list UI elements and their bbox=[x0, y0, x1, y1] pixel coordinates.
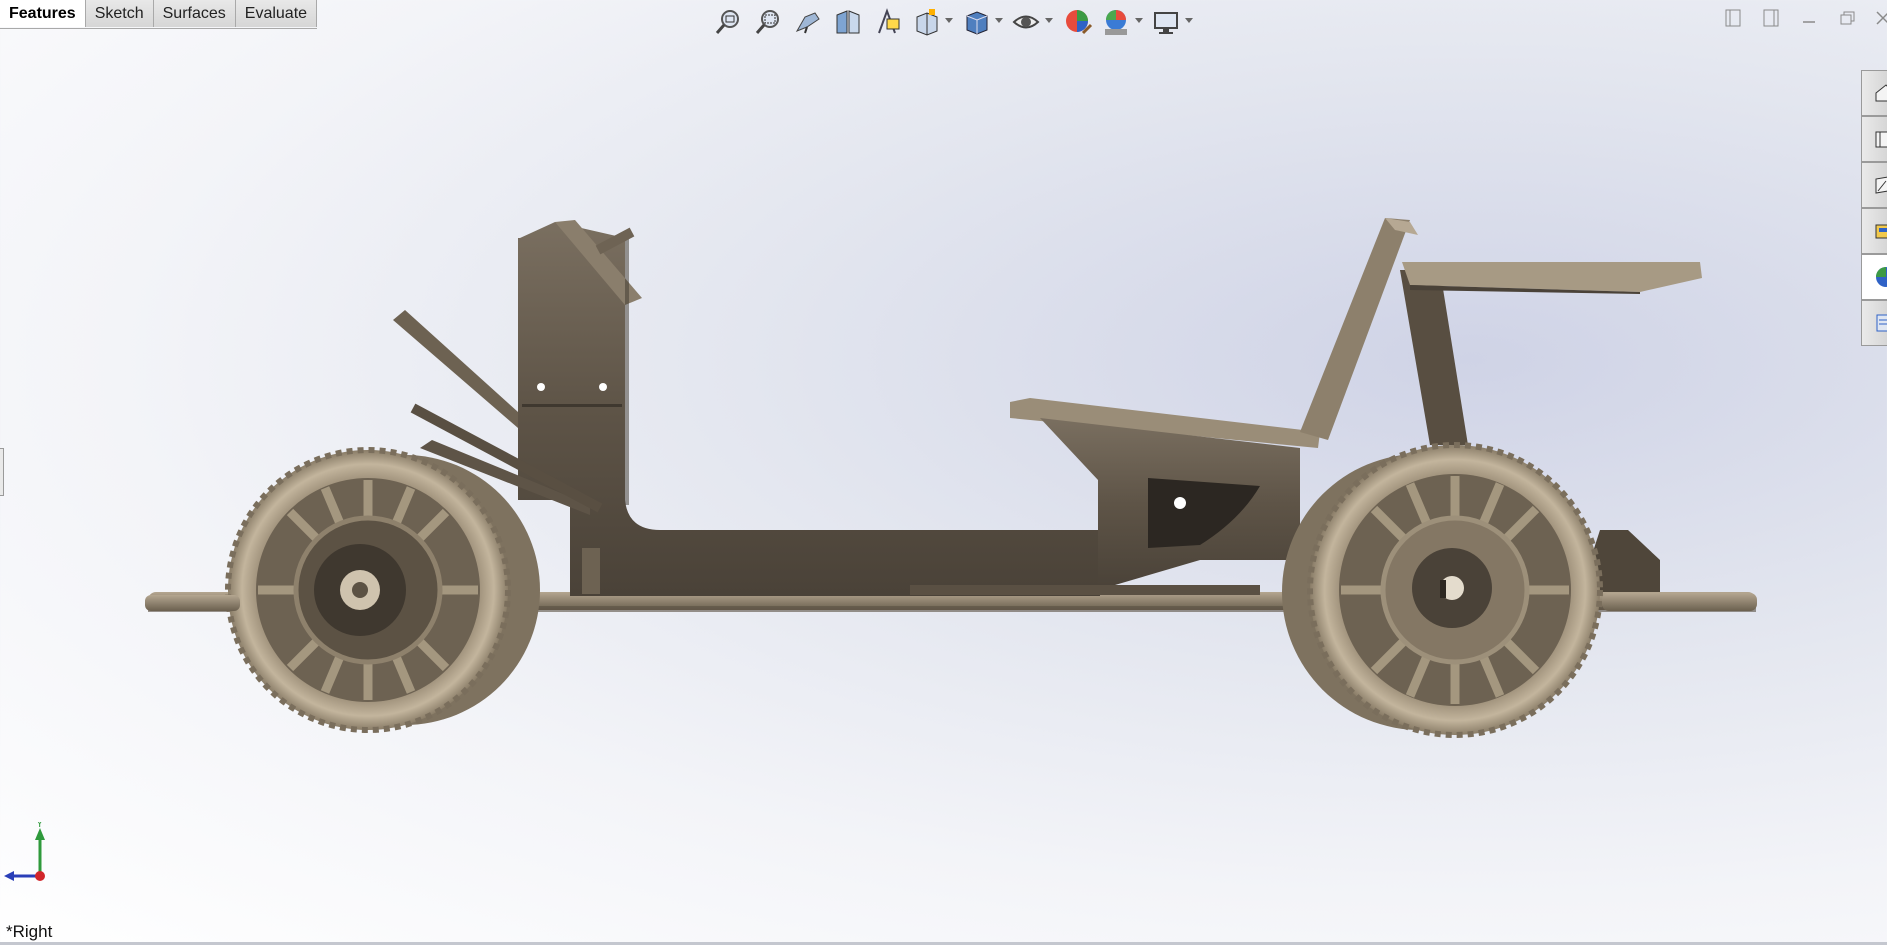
dynamic-annotation-views-button[interactable] bbox=[871, 5, 905, 39]
view-settings-button[interactable] bbox=[1151, 5, 1195, 39]
view-orientation-button[interactable] bbox=[911, 5, 955, 39]
previous-view-icon bbox=[795, 12, 820, 34]
tile-right-button[interactable] bbox=[1759, 6, 1783, 30]
restore-button[interactable] bbox=[1835, 6, 1859, 30]
hide-show-items-icon bbox=[1012, 15, 1040, 29]
heads-up-view-toolbar bbox=[711, 4, 1195, 40]
file-explorer-icon bbox=[1875, 224, 1887, 239]
display-style-icon bbox=[966, 11, 988, 35]
reference-triad: Y bbox=[4, 822, 45, 881]
hide-show-items-button[interactable] bbox=[1011, 5, 1055, 39]
home-icon bbox=[1875, 84, 1887, 102]
minimize-button[interactable] bbox=[1797, 6, 1821, 30]
task-pane-custom-properties-tab[interactable] bbox=[1861, 300, 1887, 346]
view-orientation-label: *Right bbox=[6, 922, 53, 941]
tab-evaluate[interactable]: Evaluate bbox=[235, 0, 318, 27]
task-pane-home-tab[interactable] bbox=[1861, 70, 1887, 116]
close-icon bbox=[1876, 11, 1887, 25]
feature-manager-collapse-handle[interactable] bbox=[0, 448, 4, 496]
edit-appearance-button[interactable] bbox=[1061, 5, 1095, 39]
chevron-down-icon bbox=[1135, 18, 1143, 23]
chevron-down-icon bbox=[1045, 18, 1053, 23]
section-view-button[interactable] bbox=[831, 5, 865, 39]
section-view-icon bbox=[836, 10, 860, 34]
design-library-icon bbox=[1875, 176, 1887, 194]
tab-sketch[interactable]: Sketch bbox=[85, 0, 154, 27]
task-pane-appearances-tab[interactable] bbox=[1861, 254, 1887, 300]
apply-scene-icon bbox=[1105, 10, 1127, 35]
previous-view-button[interactable] bbox=[791, 5, 825, 39]
task-pane-design-library-tab[interactable] bbox=[1861, 162, 1887, 208]
tab-surfaces[interactable]: Surfaces bbox=[153, 0, 236, 27]
appearances-scenes-icon bbox=[1876, 267, 1887, 287]
chevron-down-icon bbox=[995, 18, 1003, 23]
chevron-down-icon bbox=[945, 18, 953, 23]
close-button[interactable] bbox=[1873, 6, 1887, 30]
tile-left-button[interactable] bbox=[1721, 6, 1745, 30]
apply-scene-button[interactable] bbox=[1101, 5, 1145, 39]
zoom-to-fit-button[interactable] bbox=[711, 5, 745, 39]
task-pane-file-explorer-tab[interactable] bbox=[1861, 208, 1887, 254]
view-orientation-icon bbox=[916, 9, 938, 36]
tile-left-icon bbox=[1725, 9, 1741, 27]
front-wheel bbox=[225, 447, 540, 733]
tab-features[interactable]: Features bbox=[0, 0, 86, 27]
window-controls bbox=[1721, 6, 1887, 30]
zoom-to-area-icon bbox=[755, 10, 779, 34]
zoom-to-area-button[interactable] bbox=[751, 5, 785, 39]
view-settings-icon bbox=[1154, 12, 1178, 34]
tile-right-icon bbox=[1763, 9, 1779, 27]
zoom-to-fit-icon bbox=[715, 10, 739, 34]
resources-icon bbox=[1875, 131, 1887, 148]
restore-icon bbox=[1840, 11, 1855, 25]
task-pane bbox=[1861, 70, 1887, 346]
minimize-icon bbox=[1803, 21, 1815, 23]
task-pane-resources-tab[interactable] bbox=[1861, 116, 1887, 162]
chevron-down-icon bbox=[1185, 18, 1193, 23]
dynamic-annotation-views-icon bbox=[878, 8, 900, 34]
edit-appearance-icon bbox=[1066, 10, 1093, 35]
command-manager-tabs: Features Sketch Surfaces Evaluate bbox=[0, 0, 318, 29]
rear-wheel bbox=[1282, 442, 1603, 738]
display-style-button[interactable] bbox=[961, 5, 1005, 39]
triad-y-label: Y bbox=[36, 822, 44, 830]
model-viewport[interactable] bbox=[0, 0, 1887, 945]
custom-properties-icon bbox=[1876, 314, 1887, 332]
